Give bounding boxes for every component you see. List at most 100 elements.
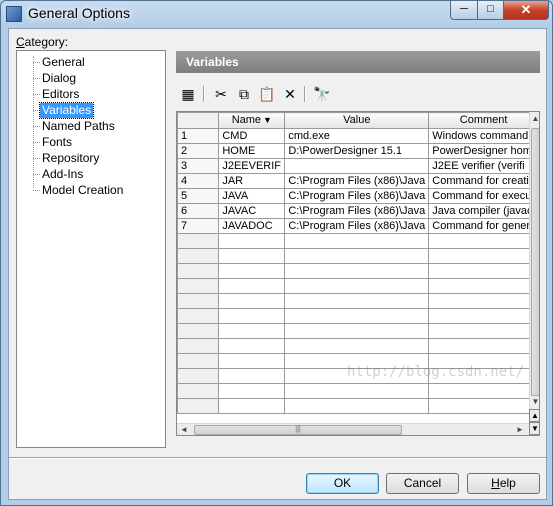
table-row[interactable]: 7 JAVADOC C:\Program Files (x86)\Java Comma… xyxy=(177,218,539,234)
table-row[interactable]: 6 JAVAC C:\Program Files (x86)\Java Java co… xyxy=(177,203,539,219)
empty-cell[interactable] xyxy=(284,248,430,264)
empty-cell[interactable] xyxy=(177,233,220,249)
empty-cell[interactable] xyxy=(218,323,286,339)
horizontal-scrollbar[interactable]: ◄ ||| ► xyxy=(177,423,529,435)
cell-name[interactable]: CMD xyxy=(218,128,286,144)
empty-cell[interactable] xyxy=(177,278,220,294)
category-item-named-paths[interactable]: Named Paths xyxy=(40,119,117,134)
empty-cell[interactable] xyxy=(177,263,220,279)
empty-cell[interactable] xyxy=(177,293,220,309)
empty-cell[interactable] xyxy=(428,398,539,414)
empty-cell[interactable] xyxy=(284,263,430,279)
cancel-button[interactable]: Cancel xyxy=(386,473,459,494)
empty-cell[interactable] xyxy=(284,398,430,414)
scroll-up-arrow-icon[interactable]: ▲ xyxy=(530,112,539,126)
table-row[interactable]: 5 JAVA C:\Program Files (x86)\Java Command … xyxy=(177,188,539,204)
category-item-variables[interactable]: Variables xyxy=(38,102,95,119)
empty-cell[interactable] xyxy=(218,383,286,399)
cell-name[interactable]: JAVAC xyxy=(218,203,286,219)
empty-cell[interactable] xyxy=(284,383,430,399)
move-down-icon[interactable]: ▼ xyxy=(529,422,539,435)
category-item-add-ins[interactable]: Add-Ins xyxy=(40,167,85,182)
empty-cell[interactable] xyxy=(428,248,539,264)
column-header-name[interactable]: Name ▼ xyxy=(218,112,286,129)
row-number[interactable]: 1 xyxy=(177,128,220,144)
category-item-dialog[interactable]: Dialog xyxy=(40,71,78,86)
copy-icon[interactable]: ⧉ xyxy=(235,85,253,103)
empty-table-row[interactable] xyxy=(177,278,539,294)
empty-cell[interactable] xyxy=(284,338,430,354)
empty-cell[interactable] xyxy=(177,248,220,264)
vertical-scrollbar[interactable]: ▲ ▼ xyxy=(529,112,539,423)
empty-cell[interactable] xyxy=(218,263,286,279)
cell-comment[interactable]: Windows command xyxy=(428,128,539,144)
move-to-top-icon[interactable]: ▲ xyxy=(529,409,539,422)
cell-value[interactable]: D:\PowerDesigner 15.1 xyxy=(284,143,430,159)
row-number[interactable]: 6 xyxy=(177,203,220,219)
table-row[interactable]: 4 JAR C:\Program Files (x86)\Java Command f… xyxy=(177,173,539,189)
empty-cell[interactable] xyxy=(428,383,539,399)
close-button[interactable]: ✕ xyxy=(503,1,549,20)
category-item-repository[interactable]: Repository xyxy=(40,151,101,166)
horizontal-scroll-thumb[interactable]: ||| xyxy=(194,425,402,435)
empty-table-row[interactable] xyxy=(177,398,539,414)
properties-icon[interactable]: ▦ xyxy=(179,85,197,103)
cell-comment[interactable]: Command for creatin xyxy=(428,173,539,189)
category-item-fonts[interactable]: Fonts xyxy=(40,135,74,150)
table-row[interactable]: 2 HOME D:\PowerDesigner 15.1 PowerDesigner … xyxy=(177,143,539,159)
empty-cell[interactable] xyxy=(428,233,539,249)
empty-cell[interactable] xyxy=(428,293,539,309)
empty-cell[interactable] xyxy=(218,398,286,414)
scroll-right-arrow-icon[interactable]: ► xyxy=(513,424,527,435)
empty-cell[interactable] xyxy=(284,323,430,339)
empty-cell[interactable] xyxy=(284,233,430,249)
cell-name[interactable]: JAVADOC xyxy=(218,218,286,234)
cell-name[interactable]: JAR xyxy=(218,173,286,189)
empty-cell[interactable] xyxy=(284,308,430,324)
empty-table-row[interactable] xyxy=(177,248,539,264)
row-number[interactable]: 7 xyxy=(177,218,220,234)
scroll-down-arrow-icon[interactable]: ▼ xyxy=(530,395,539,409)
delete-icon[interactable]: ✕ xyxy=(281,85,299,103)
column-header-comment[interactable]: Comment xyxy=(428,112,539,129)
empty-cell[interactable] xyxy=(177,368,220,384)
table-row[interactable]: 1 CMD cmd.exe Windows command xyxy=(177,128,539,144)
empty-cell[interactable] xyxy=(428,338,539,354)
empty-cell[interactable] xyxy=(218,353,286,369)
empty-cell[interactable] xyxy=(428,278,539,294)
category-tree[interactable]: General Dialog Editors Variables Named Paths… xyxy=(16,50,166,448)
cell-comment[interactable]: Command for gener xyxy=(428,218,539,234)
cell-name[interactable]: JAVA xyxy=(218,188,286,204)
empty-cell[interactable] xyxy=(177,398,220,414)
row-number[interactable]: 3 xyxy=(177,158,220,174)
cell-comment[interactable]: Command for execu xyxy=(428,188,539,204)
empty-table-row[interactable] xyxy=(177,383,539,399)
empty-table-row[interactable] xyxy=(177,233,539,249)
empty-cell[interactable] xyxy=(218,293,286,309)
cell-value[interactable]: C:\Program Files (x86)\Java xyxy=(284,173,430,189)
cell-value[interactable]: C:\Program Files (x86)\Java xyxy=(284,218,430,234)
empty-cell[interactable] xyxy=(177,323,220,339)
empty-table-row[interactable] xyxy=(177,263,539,279)
empty-cell[interactable] xyxy=(218,368,286,384)
empty-cell[interactable] xyxy=(218,338,286,354)
empty-table-row[interactable] xyxy=(177,323,539,339)
cell-comment[interactable]: J2EE verifier (verifi xyxy=(428,158,539,174)
cell-comment[interactable]: PowerDesigner hom xyxy=(428,143,539,159)
cell-name[interactable]: J2EEVERIF xyxy=(218,158,286,174)
cell-value[interactable]: C:\Program Files (x86)\Java xyxy=(284,203,430,219)
empty-cell[interactable] xyxy=(428,263,539,279)
cell-value[interactable]: cmd.exe xyxy=(284,128,430,144)
table-row[interactable]: 3 J2EEVERIF J2EE verifier (verifi xyxy=(177,158,539,174)
category-item-model-creation[interactable]: Model Creation xyxy=(40,183,125,198)
empty-cell[interactable] xyxy=(177,338,220,354)
empty-cell[interactable] xyxy=(428,308,539,324)
title-bar[interactable]: General Options ─ □ ✕ xyxy=(1,1,552,28)
ok-button[interactable]: OK xyxy=(306,473,379,494)
empty-table-row[interactable] xyxy=(177,293,539,309)
row-number[interactable]: 2 xyxy=(177,143,220,159)
variables-grid[interactable]: Name ▼ Value Comment 1 CMD cmd.exe Windows c… xyxy=(176,111,540,436)
minimize-button[interactable]: ─ xyxy=(450,1,478,20)
empty-cell[interactable] xyxy=(284,293,430,309)
vertical-scroll-thumb[interactable] xyxy=(531,128,539,396)
